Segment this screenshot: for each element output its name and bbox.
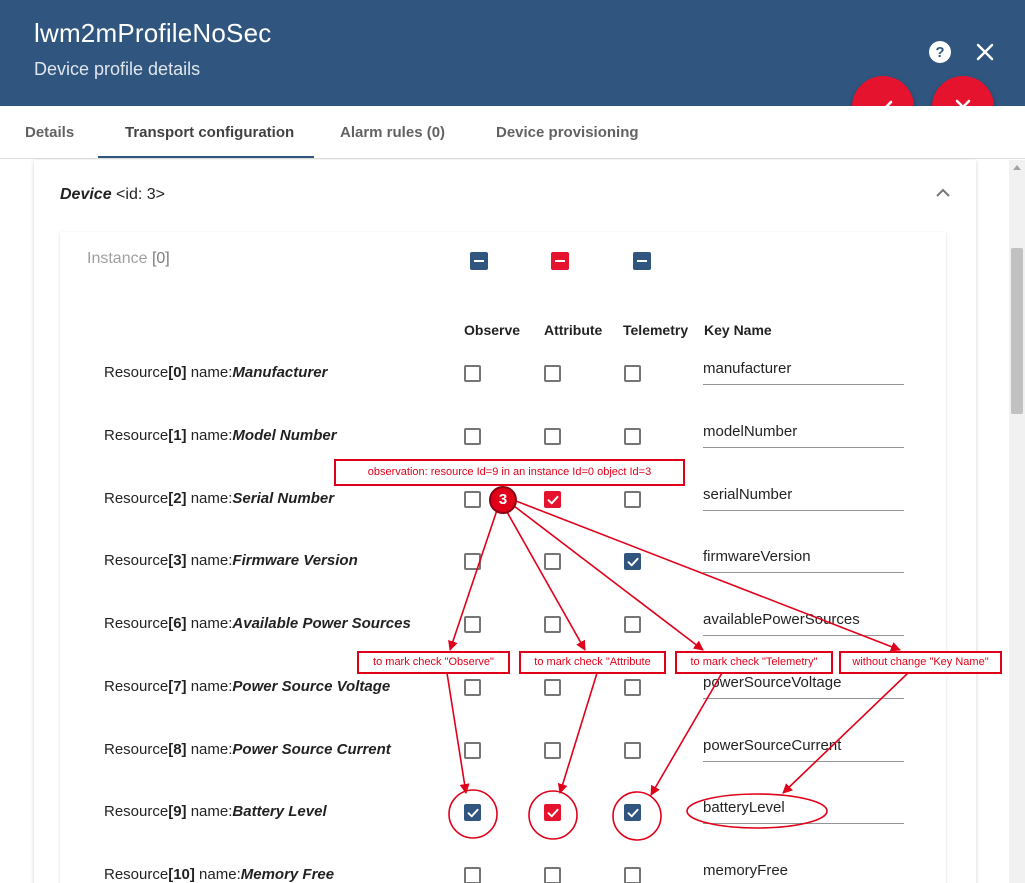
attribute-checkbox[interactable]: [544, 679, 561, 696]
annotation-mark-observe: to mark check "Observe": [357, 651, 510, 674]
attribute-checkbox[interactable]: [544, 491, 561, 508]
object-title[interactable]: Device <id: 3>: [60, 186, 165, 204]
device-profile-dialog: lwm2mProfileNoSec Device profile details…: [0, 0, 1025, 883]
telemetry-all-checkbox[interactable]: [633, 252, 651, 270]
observe-checkbox[interactable]: [464, 491, 481, 508]
telemetry-checkbox[interactable]: [624, 742, 641, 759]
annotation-observation-note: observation: resource Id=9 in an instanc…: [334, 459, 685, 486]
telemetry-checkbox[interactable]: [624, 616, 641, 633]
telemetry-checkbox[interactable]: [624, 428, 641, 445]
telemetry-checkbox[interactable]: [624, 804, 641, 821]
observe-checkbox[interactable]: [464, 553, 481, 570]
telemetry-checkbox[interactable]: [624, 553, 641, 570]
annotation-step-badge: 3: [489, 486, 517, 514]
telemetry-checkbox[interactable]: [624, 365, 641, 382]
telemetry-checkbox[interactable]: [624, 679, 641, 696]
annotation-key-name-unchanged: without change "Key Name": [839, 651, 1002, 674]
tab-details[interactable]: Details: [25, 106, 74, 159]
key-name-input[interactable]: serialNumber: [703, 486, 904, 511]
observe-checkbox[interactable]: [464, 428, 481, 445]
key-name-input[interactable]: modelNumber: [703, 423, 904, 448]
resource-label: Resource[10] name:Memory Free: [104, 866, 335, 883]
observe-checkbox[interactable]: [464, 679, 481, 696]
resource-label: Resource[1] name:Model Number: [104, 427, 337, 444]
annotation-mark-telemetry: to mark check "Telemetry": [675, 651, 833, 674]
profile-title: lwm2mProfileNoSec: [34, 18, 272, 48]
attribute-all-checkbox[interactable]: [551, 252, 569, 270]
attribute-checkbox[interactable]: [544, 742, 561, 759]
resource-label: Resource[8] name:Power Source Current: [104, 741, 391, 758]
object-name: Device: [60, 186, 112, 203]
observe-checkbox[interactable]: [464, 742, 481, 759]
instance-label: Instance [0]: [87, 250, 170, 267]
key-name-input[interactable]: memoryFree: [703, 862, 904, 883]
telemetry-checkbox[interactable]: [624, 867, 641, 883]
object-id: <id: 3>: [116, 186, 165, 203]
attribute-checkbox[interactable]: [544, 616, 561, 633]
attribute-checkbox[interactable]: [544, 428, 561, 445]
resource-label: Resource[9] name:Battery Level: [104, 803, 327, 820]
active-tab-indicator: [98, 156, 314, 158]
annotation-mark-attribute: to mark check "Attribute: [519, 651, 666, 674]
tab-transport-configuration[interactable]: Transport configuration: [125, 106, 294, 159]
tab-device-provisioning[interactable]: Device provisioning: [496, 106, 639, 159]
key-name-input[interactable]: firmwareVersion: [703, 548, 904, 573]
telemetry-checkbox[interactable]: [624, 491, 641, 508]
key-name-input[interactable]: availablePowerSources: [703, 611, 904, 636]
resource-label: Resource[6] name:Available Power Sources: [104, 615, 411, 632]
help-icon[interactable]: ?: [928, 40, 952, 64]
tab-bar: Details Transport configuration Alarm ru…: [0, 106, 1025, 159]
resource-label: Resource[7] name:Power Source Voltage: [104, 678, 391, 695]
observe-checkbox[interactable]: [464, 616, 481, 633]
resource-label: Resource[0] name:Manufacturer: [104, 364, 328, 381]
resource-label: Resource[3] name:Firmware Version: [104, 552, 358, 569]
key-name-input[interactable]: powerSourceCurrent: [703, 737, 904, 762]
key-name-input[interactable]: manufacturer: [703, 360, 904, 385]
key-name-input[interactable]: powerSourceVoltage: [703, 674, 904, 699]
observe-checkbox[interactable]: [464, 867, 481, 883]
resource-label: Resource[2] name:Serial Number: [104, 490, 335, 507]
attribute-checkbox[interactable]: [544, 553, 561, 570]
column-header-key-name: Key Name: [704, 322, 772, 338]
column-header-telemetry: Telemetry: [623, 322, 689, 338]
column-header-attribute: Attribute: [544, 322, 603, 338]
scrollbar-thumb[interactable]: [1011, 248, 1023, 414]
attribute-checkbox[interactable]: [544, 365, 561, 382]
scroll-up-arrow-icon[interactable]: [1013, 165, 1021, 170]
attribute-checkbox[interactable]: [544, 867, 561, 883]
key-name-input[interactable]: batteryLevel: [703, 799, 904, 824]
collapse-chevron-up-icon[interactable]: [934, 186, 952, 200]
attribute-checkbox[interactable]: [544, 804, 561, 821]
svg-text:?: ?: [935, 44, 944, 61]
column-header-observe: Observe: [464, 322, 521, 338]
profile-subtitle: Device profile details: [34, 59, 201, 79]
observe-all-checkbox[interactable]: [470, 252, 488, 270]
observe-checkbox[interactable]: [464, 804, 481, 821]
observe-checkbox[interactable]: [464, 365, 481, 382]
close-icon[interactable]: [973, 40, 997, 64]
tab-alarm-rules[interactable]: Alarm rules (0): [340, 106, 445, 159]
